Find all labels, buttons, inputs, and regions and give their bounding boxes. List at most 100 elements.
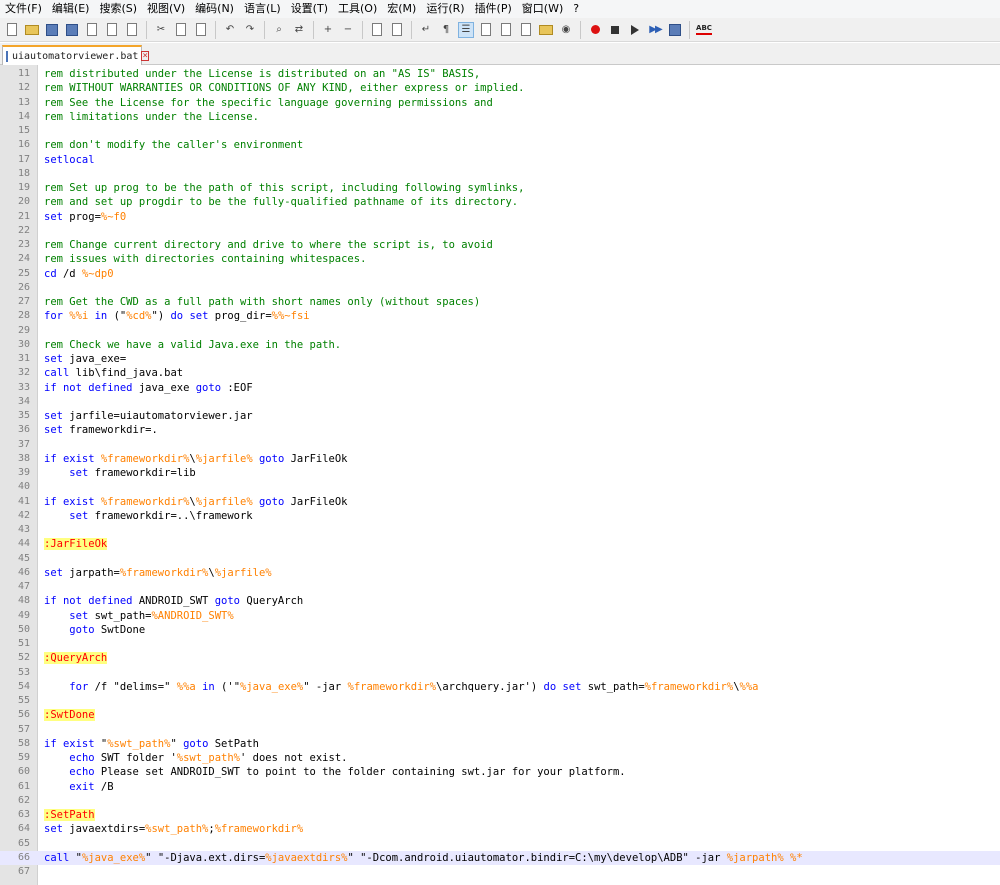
spell-check-icon[interactable]: ABC xyxy=(696,22,712,38)
code-line[interactable]: 64 set javaextdirs=%swt_path%;%frameworkd… xyxy=(0,822,1000,836)
code-line[interactable]: 31 set java_exe= xyxy=(0,352,1000,366)
save-all-icon[interactable] xyxy=(64,22,80,38)
open-file-icon[interactable] xyxy=(24,22,40,38)
menu-item[interactable]: 窗口(W) xyxy=(517,0,568,18)
code-line[interactable]: 42 set frameworkdir=..\framework xyxy=(0,509,1000,523)
run-macro-multiple-icon[interactable]: ▶▶ xyxy=(647,22,663,38)
code-line[interactable]: 36 set frameworkdir=. xyxy=(0,423,1000,437)
replace-icon[interactable]: ⇄ xyxy=(291,22,307,38)
file-tab-uiautomatorviewer[interactable]: uiautomatorviewer.bat × xyxy=(2,45,149,65)
monitoring-icon[interactable]: ◉ xyxy=(558,22,574,38)
menu-item[interactable]: 编码(N) xyxy=(190,0,239,18)
code-line[interactable]: 13 rem See the License for the specific l… xyxy=(0,96,1000,110)
code-line[interactable]: 67 xyxy=(0,865,1000,879)
code-line[interactable]: 63:SetPath xyxy=(0,808,1000,822)
code-area[interactable]: 11 rem distributed under the License is d… xyxy=(0,67,1000,879)
code-line[interactable]: 25 cd /d %~dp0 xyxy=(0,267,1000,281)
code-line[interactable]: 11 rem distributed under the License is d… xyxy=(0,67,1000,81)
code-line[interactable]: 58 if exist "%swt_path%" goto SetPath xyxy=(0,737,1000,751)
code-line[interactable]: 66 call "%java_exe%" "-Djava.ext.dirs=%ja… xyxy=(0,850,1000,865)
code-line[interactable]: 40 xyxy=(0,480,1000,494)
code-line[interactable]: 48 if not defined ANDROID_SWT goto QueryA… xyxy=(0,594,1000,608)
code-line[interactable]: 60 echo Please set ANDROID_SWT to point … xyxy=(0,765,1000,779)
redo-icon[interactable]: ↷ xyxy=(242,22,258,38)
code-line[interactable]: 61 exit /B xyxy=(0,780,1000,794)
code-line[interactable]: 27 rem Get the CWD as a full path with sh… xyxy=(0,295,1000,309)
menu-item[interactable]: 设置(T) xyxy=(286,0,333,18)
code-line[interactable]: 39 set frameworkdir=lib xyxy=(0,466,1000,480)
code-line[interactable]: 15 xyxy=(0,124,1000,138)
menu-item[interactable]: ? xyxy=(568,0,584,18)
code-line[interactable]: 57 xyxy=(0,723,1000,737)
code-line[interactable]: 55 xyxy=(0,694,1000,708)
code-line[interactable]: 56:SwtDone xyxy=(0,708,1000,722)
code-line[interactable]: 43 xyxy=(0,523,1000,537)
code-line[interactable]: 46 set jarpath=%frameworkdir%\%jarfile% xyxy=(0,566,1000,580)
code-line[interactable]: 35 set jarfile=uiautomatorviewer.jar xyxy=(0,409,1000,423)
code-line[interactable]: 30 rem Check we have a valid Java.exe in … xyxy=(0,338,1000,352)
menu-item[interactable]: 编辑(E) xyxy=(47,0,95,18)
menu-item[interactable]: 搜索(S) xyxy=(94,0,142,18)
zoom-in-icon[interactable]: + xyxy=(320,22,336,38)
code-line[interactable]: 34 xyxy=(0,395,1000,409)
menu-item[interactable]: 工具(O) xyxy=(333,0,382,18)
code-line[interactable]: 16 rem don't modify the caller's environm… xyxy=(0,138,1000,152)
zoom-out-icon[interactable]: − xyxy=(340,22,356,38)
code-line[interactable]: 21 set prog=%~f0 xyxy=(0,210,1000,224)
menu-item[interactable]: 视图(V) xyxy=(142,0,190,18)
sync-horizontal-icon[interactable] xyxy=(389,22,405,38)
find-icon[interactable]: ⌕ xyxy=(271,22,287,38)
close-tab-icon[interactable]: × xyxy=(141,51,149,61)
code-line[interactable]: 38 if exist %frameworkdir%\%jarfile% goto… xyxy=(0,452,1000,466)
code-line[interactable]: 59 echo SWT folder '%swt_path%' does not… xyxy=(0,751,1000,765)
paste-icon[interactable] xyxy=(193,22,209,38)
undo-icon[interactable]: ↶ xyxy=(222,22,238,38)
menu-item[interactable]: 插件(P) xyxy=(470,0,517,18)
stop-recording-icon[interactable] xyxy=(607,22,623,38)
code-line[interactable]: 32 call lib\find_java.bat xyxy=(0,366,1000,380)
code-line[interactable]: 52:QueryArch xyxy=(0,651,1000,665)
code-line[interactable]: 45 xyxy=(0,552,1000,566)
folder-as-workspace-icon[interactable] xyxy=(538,22,554,38)
close-all-icon[interactable] xyxy=(104,22,120,38)
function-list-icon[interactable] xyxy=(518,22,534,38)
code-line[interactable]: 14 rem limitations under the License. xyxy=(0,110,1000,124)
menu-item[interactable]: 语言(L) xyxy=(239,0,286,18)
menu-item[interactable]: 文件(F) xyxy=(0,0,47,18)
code-line[interactable]: 50 goto SwtDone xyxy=(0,623,1000,637)
code-line[interactable]: 23 rem Change current directory and drive… xyxy=(0,238,1000,252)
code-line[interactable]: 26 xyxy=(0,281,1000,295)
document-map-icon[interactable] xyxy=(498,22,514,38)
word-wrap-icon[interactable]: ↵ xyxy=(418,22,434,38)
user-language-icon[interactable] xyxy=(478,22,494,38)
record-macro-icon[interactable] xyxy=(587,22,603,38)
code-line[interactable]: 44:JarFileOk xyxy=(0,537,1000,551)
code-line[interactable]: 18 xyxy=(0,167,1000,181)
code-line[interactable]: 47 xyxy=(0,580,1000,594)
menu-item[interactable]: 宏(M) xyxy=(382,0,421,18)
save-icon[interactable] xyxy=(44,22,60,38)
save-macro-icon[interactable] xyxy=(667,22,683,38)
cut-icon[interactable]: ✂ xyxy=(153,22,169,38)
code-line[interactable]: 37 xyxy=(0,438,1000,452)
code-line[interactable]: 20 rem and set up progdir to be the fully… xyxy=(0,195,1000,209)
show-all-characters-icon[interactable]: ¶ xyxy=(438,22,454,38)
code-line[interactable]: 28 for %%i in ("%cd%") do set prog_dir=%%… xyxy=(0,309,1000,323)
code-line[interactable]: 12 rem WITHOUT WARRANTIES OR CONDITIONS O… xyxy=(0,81,1000,95)
sync-vertical-icon[interactable] xyxy=(369,22,385,38)
playback-icon[interactable] xyxy=(627,22,643,38)
code-line[interactable]: 49 set swt_path=%ANDROID_SWT% xyxy=(0,609,1000,623)
code-line[interactable]: 17 setlocal xyxy=(0,153,1000,167)
code-line[interactable]: 22 xyxy=(0,224,1000,238)
code-line[interactable]: 51 xyxy=(0,637,1000,651)
code-line[interactable]: 62 xyxy=(0,794,1000,808)
code-line[interactable]: 29 xyxy=(0,324,1000,338)
code-line[interactable]: 41 if exist %frameworkdir%\%jarfile% goto… xyxy=(0,495,1000,509)
print-icon[interactable] xyxy=(124,22,140,38)
new-file-icon[interactable] xyxy=(4,22,20,38)
code-line[interactable]: 53 xyxy=(0,666,1000,680)
close-file-icon[interactable] xyxy=(84,22,100,38)
code-line[interactable]: 19 rem Set up prog to be the path of this… xyxy=(0,181,1000,195)
code-line[interactable]: 33 if not defined java_exe goto :EOF xyxy=(0,381,1000,395)
menu-item[interactable]: 运行(R) xyxy=(421,0,469,18)
